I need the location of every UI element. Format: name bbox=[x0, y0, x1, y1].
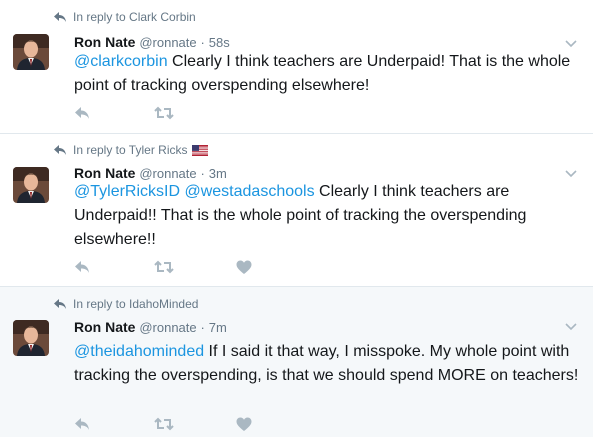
mention-link[interactable]: @westadaschools bbox=[184, 183, 314, 200]
tweet-text: @clarkcorbin Clearly I think teachers ar… bbox=[74, 50, 580, 98]
reply-context[interactable]: In reply to Tyler Ricks bbox=[53, 142, 209, 158]
chevron-down-icon[interactable] bbox=[565, 40, 577, 48]
avatar[interactable] bbox=[13, 167, 49, 203]
reply-context-text: In reply to Tyler Ricks bbox=[73, 143, 188, 157]
reply-context-arrow-icon bbox=[54, 299, 66, 309]
tweet-3[interactable]: In reply to IdahoMinded Ron Nate @ronnat… bbox=[0, 287, 593, 437]
tweet-text: @TylerRicksID @westadaschools Clearly I … bbox=[74, 180, 580, 252]
reply-context-text: In reply to Clark Corbin bbox=[73, 10, 196, 24]
reply-context-arrow-icon bbox=[54, 145, 66, 155]
author-handle[interactable]: @ronnate bbox=[139, 35, 196, 50]
reply-arrow-icon[interactable] bbox=[74, 417, 90, 431]
avatar-photo-icon bbox=[13, 167, 49, 203]
reply-context-text: In reply to IdahoMinded bbox=[73, 297, 199, 311]
timestamp[interactable]: 7m bbox=[209, 320, 227, 335]
author-name[interactable]: Ron Nate bbox=[74, 34, 135, 50]
avatar-photo-icon bbox=[13, 34, 49, 70]
author-name[interactable]: Ron Nate bbox=[74, 165, 135, 181]
tweet-1[interactable]: In reply to Clark Corbin Ron Nate @ronna… bbox=[0, 0, 593, 134]
reply-arrow-icon[interactable] bbox=[74, 106, 90, 120]
heart-icon[interactable] bbox=[236, 260, 252, 275]
reply-arrow-icon[interactable] bbox=[74, 260, 90, 274]
reply-context[interactable]: In reply to Clark Corbin bbox=[53, 9, 196, 25]
separator: · bbox=[200, 35, 205, 50]
author-name[interactable]: Ron Nate bbox=[74, 319, 135, 335]
us-flag-icon bbox=[192, 144, 209, 156]
heart-icon[interactable] bbox=[236, 417, 252, 432]
avatar[interactable] bbox=[13, 34, 49, 70]
tweet-text: @theidahominded If I said it that way, I… bbox=[74, 340, 580, 388]
reply-context[interactable]: In reply to IdahoMinded bbox=[53, 296, 198, 312]
chevron-down-icon[interactable] bbox=[565, 170, 577, 178]
retweet-icon[interactable] bbox=[154, 260, 174, 274]
retweet-icon[interactable] bbox=[154, 417, 174, 431]
avatar[interactable] bbox=[13, 320, 49, 356]
author-handle[interactable]: @ronnate bbox=[139, 320, 196, 335]
timestamp[interactable]: 3m bbox=[209, 166, 227, 181]
avatar-photo-icon bbox=[13, 320, 49, 356]
mention-link[interactable]: @clarkcorbin bbox=[74, 53, 168, 70]
timestamp[interactable]: 58s bbox=[209, 35, 230, 50]
mention-link[interactable]: @theidahominded bbox=[74, 343, 204, 360]
author-handle[interactable]: @ronnate bbox=[139, 166, 196, 181]
separator: · bbox=[200, 166, 205, 181]
tweet-2[interactable]: In reply to Tyler Ricks Ron Nate @ronnat… bbox=[0, 134, 593, 287]
chevron-down-icon[interactable] bbox=[565, 323, 577, 331]
retweet-icon[interactable] bbox=[154, 106, 174, 120]
separator: · bbox=[200, 320, 205, 335]
mention-link[interactable]: @TylerRicksID bbox=[74, 183, 180, 200]
reply-context-arrow-icon bbox=[54, 12, 66, 22]
